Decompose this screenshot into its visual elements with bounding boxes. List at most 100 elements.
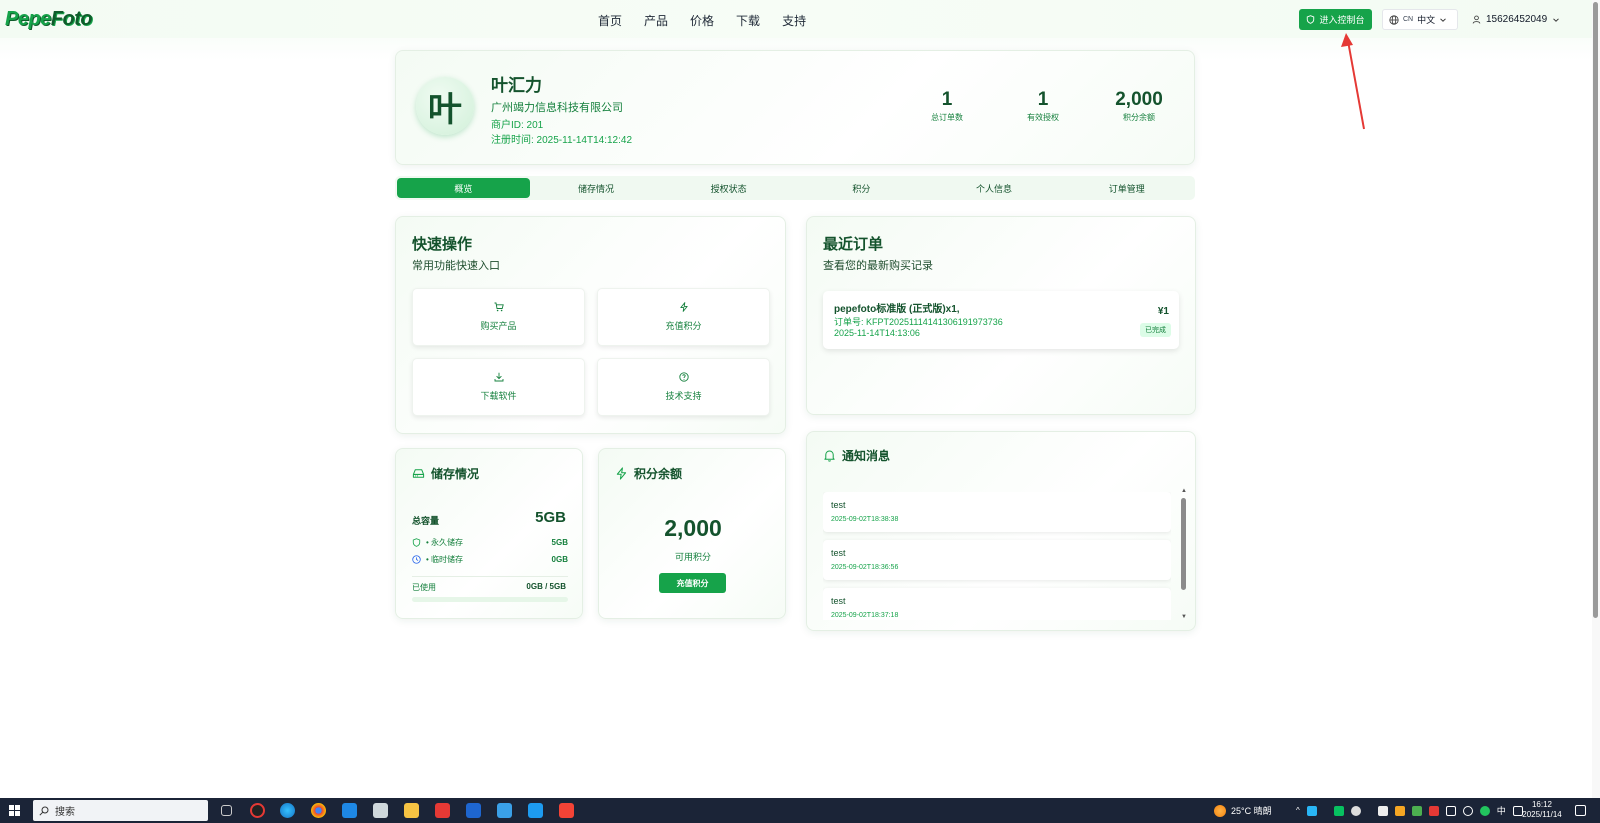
notification-item[interactable]: test 2025-09-02T18:37:18 — [823, 588, 1171, 620]
clock-date: 2025/11/14 — [1522, 810, 1562, 819]
registration-time: 注册时间: 2025-11-14T14:12:42 — [491, 135, 633, 146]
display-icon[interactable] — [1445, 805, 1456, 816]
recent-orders-card: 最近订单 查看您的最新购买记录 pepefoto标准版 (正式版)x1, 订单号… — [806, 216, 1196, 415]
search-icon — [39, 806, 49, 816]
notification-center-icon[interactable] — [1575, 805, 1586, 816]
notification-time: 2025-09-02T18:38:38 — [831, 516, 899, 523]
order-time: 2025-11-14T14:13:06 — [834, 328, 920, 338]
notification-time: 2025-09-02T18:36:56 — [831, 564, 899, 571]
speaker-icon[interactable] — [1462, 805, 1473, 816]
download-software-button[interactable]: 下载软件 — [412, 358, 585, 416]
app-icon[interactable] — [373, 803, 388, 818]
app-icon[interactable] — [559, 803, 574, 818]
page-scrollbar[interactable] — [1592, 0, 1600, 798]
scroll-up-arrow[interactable]: ▲ — [1181, 488, 1187, 494]
scroll-down-arrow[interactable]: ▼ — [1181, 614, 1187, 620]
nav-home[interactable]: 首页 — [598, 12, 622, 29]
nav-download[interactable]: 下载 — [736, 12, 760, 29]
windows-taskbar: 搜索 25°C 晴朗 ^ 中 16:12 2025/11/14 — [0, 798, 1600, 823]
enter-console-button[interactable]: 进入控制台 — [1299, 9, 1372, 30]
tray-icon[interactable] — [1377, 805, 1388, 816]
sun-icon — [1214, 804, 1226, 817]
stat-points-balance: 2,000 积分余额 — [1099, 89, 1179, 123]
temp-storage-label: • 临时储存 — [426, 555, 464, 564]
main-nav: 首页 产品 价格 下载 支持 — [598, 12, 806, 29]
storage-used-value: 0GB / 5GB — [526, 582, 566, 591]
nav-pricing[interactable]: 价格 — [690, 12, 714, 29]
recent-orders-subtitle: 查看您的最新购买记录 — [823, 260, 933, 272]
storage-card: 储存情况 总容量 5GB • 永久储存 5GB • 临时储存 0GB 已使用 0… — [395, 448, 583, 619]
wechat-icon[interactable] — [1333, 805, 1344, 816]
storage-used-label: 已使用 — [412, 583, 436, 592]
nav-products[interactable]: 产品 — [644, 12, 668, 29]
tray-icon[interactable] — [1306, 805, 1317, 816]
recorder-icon[interactable] — [250, 803, 265, 818]
tray-icon[interactable] — [1428, 805, 1439, 816]
points-value: 2,000 — [664, 515, 722, 541]
notification-title: test — [831, 596, 846, 606]
stat-total-orders: 1 总订单数 — [907, 89, 987, 123]
chevron-up-icon[interactable]: ^ — [1296, 806, 1300, 815]
tech-support-label: 技术支持 — [665, 391, 702, 401]
lightning-icon — [679, 302, 688, 312]
taskbar-search[interactable]: 搜索 — [33, 800, 208, 821]
notifications-list[interactable]: test 2025-09-02T18:38:38 test 2025-09-02… — [823, 492, 1171, 620]
profile-name: 叶汇力 — [491, 76, 542, 95]
windows-start-icon[interactable] — [9, 805, 20, 816]
language-label: 中文 — [1417, 15, 1436, 25]
nav-support[interactable]: 支持 — [782, 12, 806, 29]
chevron-down-icon — [1553, 17, 1560, 22]
hard-drive-icon — [412, 469, 425, 478]
buy-product-button[interactable]: 购买产品 — [412, 288, 585, 346]
order-item[interactable]: pepefoto标准版 (正式版)x1, 订单号: KFPT2025111414… — [823, 291, 1179, 349]
user-menu[interactable]: 15626452049 — [1472, 9, 1560, 30]
cart-icon — [494, 302, 504, 312]
tech-support-button[interactable]: 技术支持 — [597, 358, 770, 416]
buy-product-label: 购买产品 — [480, 321, 517, 331]
wps-office-icon[interactable] — [435, 803, 450, 818]
file-explorer-icon[interactable] — [404, 803, 419, 818]
ime-indicator[interactable]: 中 — [1497, 804, 1506, 817]
tray-icon[interactable] — [1479, 805, 1490, 816]
storage-total-value: 5GB — [535, 509, 566, 526]
tab-points[interactable]: 积分 — [795, 178, 928, 198]
page-scrollbar-thumb[interactable] — [1593, 2, 1598, 618]
tab-license-status[interactable]: 授权状态 — [662, 178, 795, 198]
logo[interactable]: PepeFoto — [5, 8, 93, 31]
app-icon[interactable] — [528, 803, 543, 818]
taskbar-search-placeholder: 搜索 — [55, 807, 75, 818]
scrollbar-thumb[interactable] — [1181, 498, 1186, 590]
help-circle-icon — [678, 372, 689, 382]
tray-icon[interactable] — [1394, 805, 1405, 816]
quick-actions-subtitle: 常用功能快速入口 — [412, 260, 500, 272]
app-icon[interactable] — [497, 803, 512, 818]
stat-valid-licenses: 1 有效授权 — [1003, 89, 1083, 123]
app-icon[interactable] — [342, 803, 357, 818]
enter-console-label: 进入控制台 — [1319, 15, 1365, 25]
user-phone: 15626452049 — [1486, 14, 1548, 25]
tray-icon[interactable] — [1350, 805, 1361, 816]
taskbar-weather[interactable]: 25°C 晴朗 — [1214, 804, 1272, 817]
language-code: CN — [1403, 16, 1414, 23]
notification-item[interactable]: test 2025-09-02T18:36:56 — [823, 540, 1171, 580]
quick-actions-title: 快速操作 — [412, 236, 473, 253]
taskbar-clock[interactable]: 16:12 2025/11/14 — [1520, 800, 1564, 820]
recharge-points-button[interactable]: 充值积分 — [659, 573, 726, 593]
tab-overview[interactable]: 概览 — [397, 178, 530, 198]
edge-browser-icon[interactable] — [280, 803, 295, 818]
points-label: 可用积分 — [674, 552, 711, 562]
notifications-scrollbar[interactable]: ▲ ▼ — [1181, 488, 1187, 620]
chrome-browser-icon[interactable] — [311, 803, 326, 818]
app-icon[interactable] — [466, 803, 481, 818]
tray-icon[interactable] — [1411, 805, 1422, 816]
clock-time: 16:12 — [1531, 800, 1553, 809]
tab-order-management[interactable]: 订单管理 — [1060, 178, 1193, 198]
task-view-icon[interactable] — [221, 805, 232, 816]
tab-storage[interactable]: 储存情况 — [530, 178, 663, 198]
notification-item[interactable]: test 2025-09-02T18:38:38 — [823, 492, 1171, 532]
recharge-points-button[interactable]: 充值积分 — [597, 288, 770, 346]
stat-label: 总订单数 — [931, 113, 963, 122]
language-selector[interactable]: CN 中文 — [1382, 9, 1458, 30]
lightning-icon — [616, 467, 627, 480]
tab-personal-info[interactable]: 个人信息 — [928, 178, 1061, 198]
